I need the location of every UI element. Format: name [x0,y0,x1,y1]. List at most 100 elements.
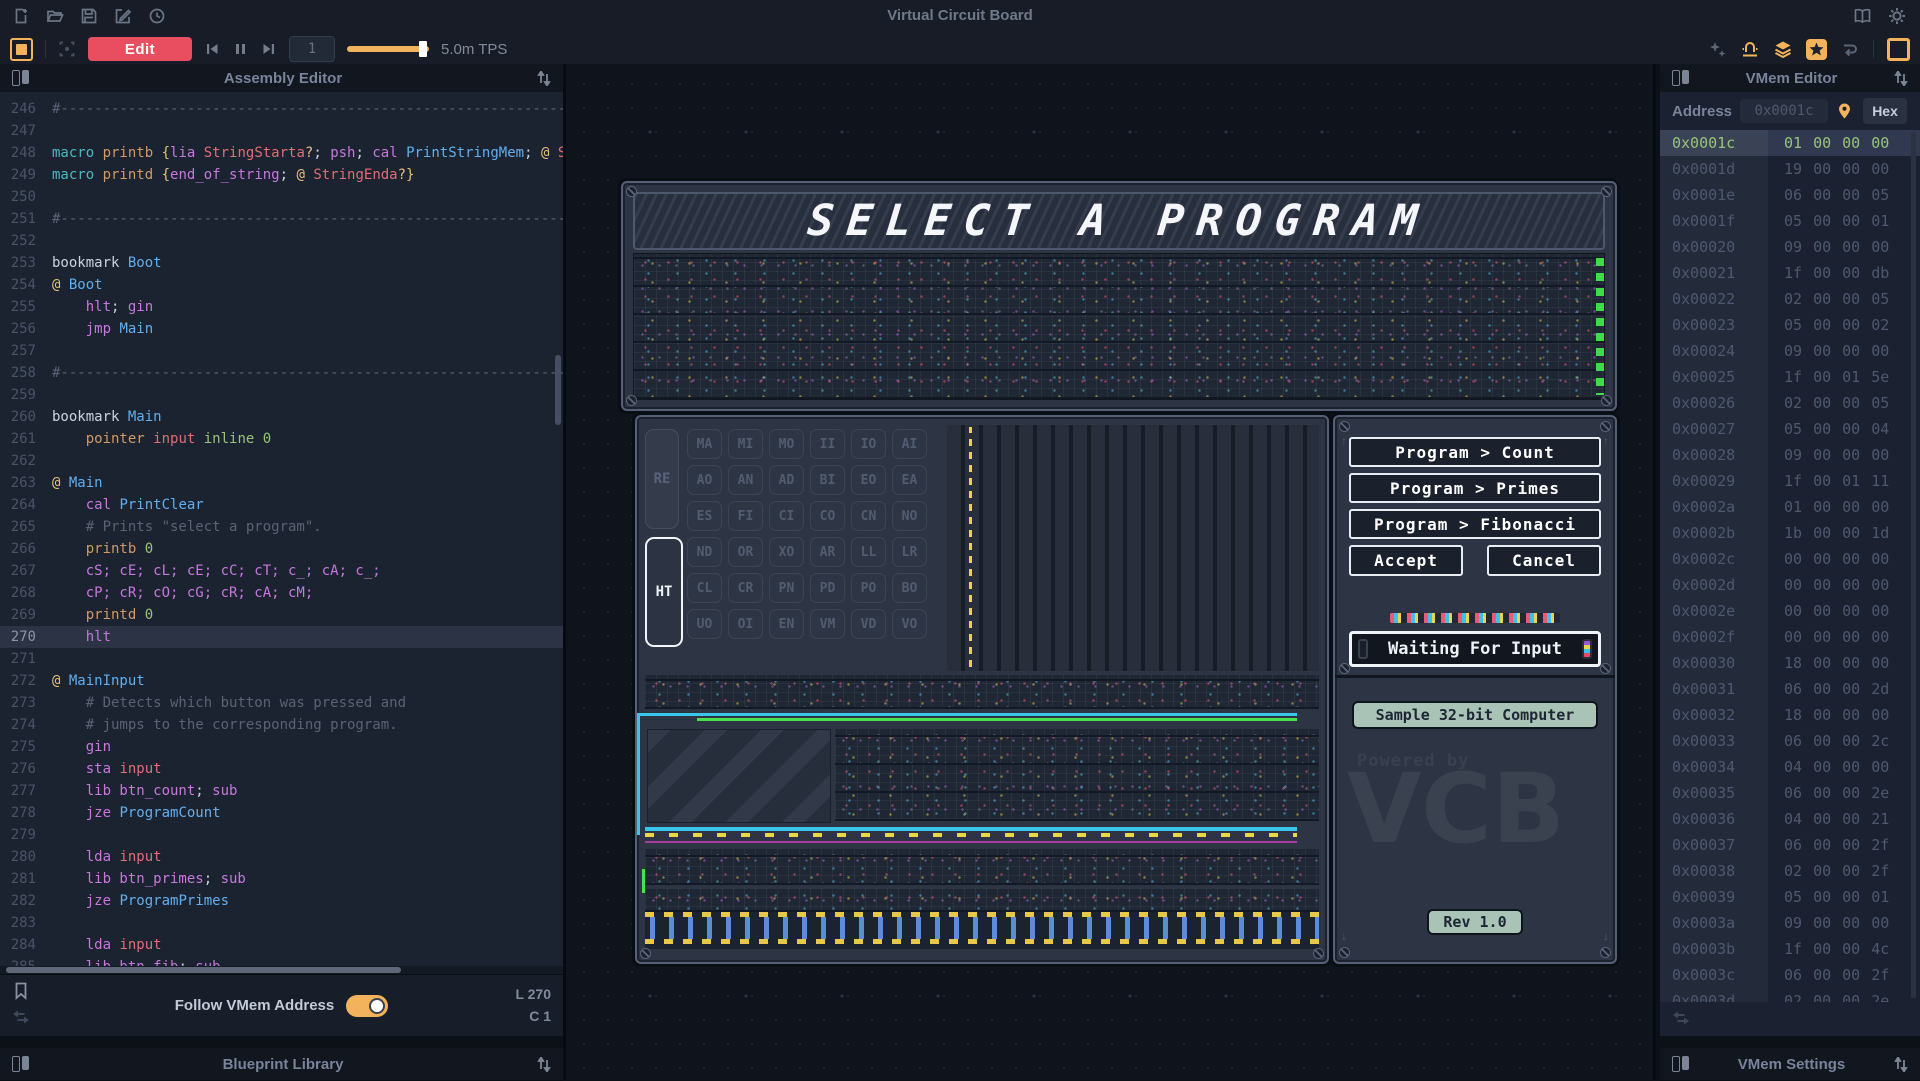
keypad-key-io[interactable]: IO [851,429,886,459]
code-line[interactable]: 253bookmark Boot [0,252,563,274]
code-line[interactable]: 271 [0,648,563,670]
code-line[interactable]: 247 [0,120,563,142]
save-icon[interactable] [80,7,98,25]
vmem-row[interactable]: 0x0003218000000 [1660,702,1920,728]
keypad-key-cl[interactable]: CL [687,573,722,603]
code-line[interactable]: 252 [0,230,563,252]
keypad-key-cr[interactable]: CR [728,573,763,603]
tps-slider-handle[interactable] [419,41,427,57]
code-line[interactable]: 265 # Prints "select a program". [0,516,563,538]
keypad-key-bi[interactable]: BI [810,465,845,495]
program-button[interactable]: Program > Count [1349,437,1601,467]
edit-mode-button[interactable]: Edit [88,37,192,61]
keypad-key-mo[interactable]: MO [769,429,804,459]
panel-dock-icon[interactable] [1672,70,1689,86]
vmem-row[interactable]: 0x0001f05000001 [1660,208,1920,234]
panel-resize-icon[interactable] [1894,71,1908,86]
vmem-row[interactable]: 0x0003404000000 [1660,754,1920,780]
stamp-icon[interactable] [1740,40,1760,59]
keypad-key-nd[interactable]: ND [687,537,722,567]
vmem-row[interactable]: 0x0003a09000000 [1660,910,1920,936]
keypad-key-pd[interactable]: PD [810,573,845,603]
vmem-row[interactable]: 0x0002809000000 [1660,442,1920,468]
cancel-button[interactable]: Cancel [1487,545,1601,576]
keypad-key-ma[interactable]: MA [687,429,722,459]
select-area-icon[interactable] [58,40,76,58]
vmem-row[interactable]: 0x0002f00000000 [1660,624,1920,650]
code-line[interactable]: 284 lda input [0,934,563,956]
keypad-key-vd[interactable]: VD [851,609,886,639]
tick-counter[interactable]: 1 [289,36,335,62]
vmem-row[interactable]: 0x000380200002f [1660,858,1920,884]
vmem-row[interactable]: 0x0002202000005 [1660,286,1920,312]
vmem-row[interactable]: 0x0003018000000 [1660,650,1920,676]
keypad-key-ci[interactable]: CI [769,501,804,531]
pause-icon[interactable] [233,41,248,57]
layers-icon[interactable] [1773,39,1793,59]
keypad-key-fi[interactable]: FI [728,501,763,531]
step-back-icon[interactable] [204,41,221,57]
code-line[interactable]: 285 lib btn_fib; sub [0,956,563,966]
vmem-row[interactable]: 0x0002705000004 [1660,416,1920,442]
edit-note-icon[interactable] [114,7,132,25]
vmem-settings-header[interactable]: VMem Settings [1660,1048,1920,1081]
code-line[interactable]: 250 [0,186,563,208]
panel-resize-icon[interactable] [537,71,551,86]
keypad-key-or[interactable]: OR [728,537,763,567]
assembly-editor-header[interactable]: Assembly Editor [0,64,563,93]
vmem-row[interactable]: 0x0003d0200002e [1660,988,1920,1002]
vmem-row[interactable]: 0x0002a01000000 [1660,494,1920,520]
vmem-row[interactable]: 0x000330600002c [1660,728,1920,754]
keypad-key-cn[interactable]: CN [851,501,886,531]
pin-icon[interactable] [1836,102,1853,120]
keypad-key-an[interactable]: AN [728,465,763,495]
vmem-row[interactable]: 0x0003c0600002f [1660,962,1920,988]
code-line[interactable]: 261 pointer input inline 0 [0,428,563,450]
favorites-icon[interactable] [1806,39,1827,60]
code-line[interactable]: 266 printb 0 [0,538,563,560]
vmem-row[interactable]: 0x0002305000002 [1660,312,1920,338]
keypad-key-ht[interactable]: HT [645,537,683,647]
program-button[interactable]: Program > Fibonacci [1349,509,1601,539]
keypad-key-es[interactable]: ES [687,501,722,531]
panel-dock-icon[interactable] [12,1056,29,1072]
vmem-row[interactable]: 0x0001d19000000 [1660,156,1920,182]
code-line[interactable]: 257 [0,340,563,362]
assembly-vertical-scrollbar[interactable] [555,355,561,425]
code-line[interactable]: 263@ Main [0,472,563,494]
code-line[interactable]: 275 gin [0,736,563,758]
tps-slider[interactable] [347,46,429,52]
code-line[interactable]: 272@ MainInput [0,670,563,692]
keypad-key-ao[interactable]: AO [687,465,722,495]
vmem-row[interactable]: 0x0002b1b00001d [1660,520,1920,546]
keypad-key-uo[interactable]: UO [687,609,722,639]
blueprint-library-header[interactable]: Blueprint Library [0,1048,563,1081]
code-line[interactable]: 276 sta input [0,758,563,780]
keypad-key-re[interactable]: RE [645,429,679,529]
code-line[interactable]: 255 hlt; gin [0,296,563,318]
keypad-key-ea[interactable]: EA [892,465,927,495]
hex-mode-button[interactable]: Hex [1863,98,1907,124]
panel-dock-icon[interactable] [12,70,29,86]
keypad-key-xo[interactable]: XO [769,537,804,567]
scrollbar-thumb[interactable] [6,967,401,973]
code-line[interactable]: 281 lib btn_primes; sub [0,868,563,890]
book-icon[interactable] [1853,7,1872,25]
keypad-key-ii[interactable]: II [810,429,845,459]
keypad-key-pn[interactable]: PN [769,573,804,603]
code-line[interactable]: 282 jze ProgramPrimes [0,890,563,912]
code-line[interactable]: 246#------------------------------------… [0,98,563,120]
code-line[interactable]: 260bookmark Main [0,406,563,428]
keypad-key-ad[interactable]: AD [769,465,804,495]
code-line[interactable]: 280 lda input [0,846,563,868]
program-button[interactable]: Program > Primes [1349,473,1601,503]
code-line[interactable]: 273 # Detects which button was pressed a… [0,692,563,714]
sparkles-icon[interactable] [1708,40,1727,59]
vmem-scrollbar[interactable] [1911,132,1916,998]
vmem-row[interactable]: 0x0002409000000 [1660,338,1920,364]
color-swatch[interactable] [10,38,33,61]
code-line[interactable]: 279 [0,824,563,846]
vmem-row[interactable]: 0x000350600002e [1660,780,1920,806]
code-line[interactable]: 248macro printb {lia StringStarta?; psh;… [0,142,563,164]
code-line[interactable]: 269 printd 0 [0,604,563,626]
